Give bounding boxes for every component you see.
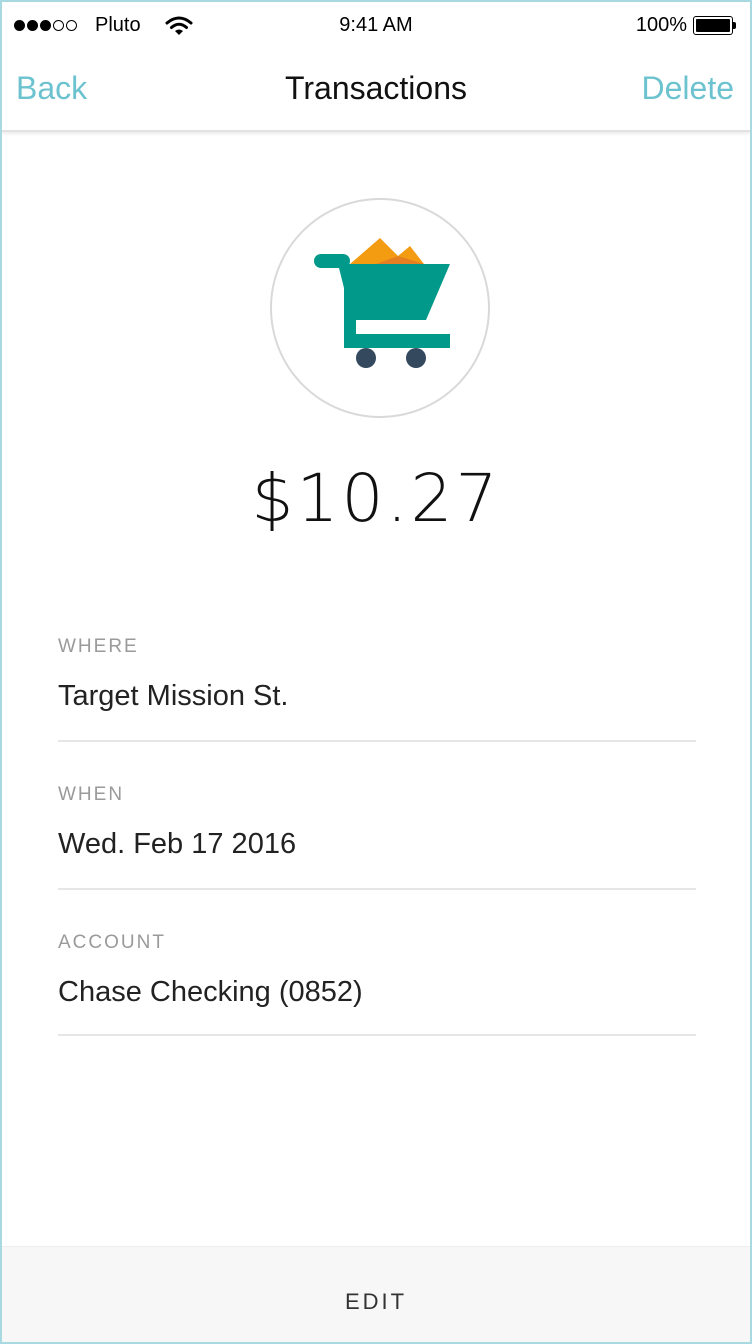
when-field[interactable]: WHEN Wed. Feb 17 2016 (58, 784, 696, 890)
edit-button[interactable]: EDIT (2, 1246, 750, 1342)
where-label: WHERE (58, 636, 139, 657)
edit-label: EDIT (344, 1289, 408, 1314)
delete-button[interactable]: Delete (642, 70, 735, 107)
account-field[interactable]: ACCOUNT Chase Checking (0852) (58, 932, 696, 1036)
shopping-cart-icon (314, 238, 450, 368)
when-value: Wed. Feb 17 2016 (58, 828, 297, 860)
battery-percent: 100% (635, 14, 687, 36)
navigation-bar: Back Transactions Delete (2, 50, 750, 132)
when-label: WHEN (58, 784, 125, 805)
page-title: Transactions (285, 70, 467, 106)
battery-icon (693, 16, 736, 35)
transaction-amount: $10.27 (251, 460, 501, 537)
phone-screen: Pluto 9:41 AM 100% Back Transactions Del… (0, 0, 752, 1344)
where-field[interactable]: WHERE Target Mission St. (58, 636, 696, 742)
status-right: 100% (636, 14, 736, 37)
account-value: Chase Checking (0852) (58, 976, 363, 1008)
where-value: Target Mission St. (58, 680, 289, 712)
category-icon-circle (270, 198, 490, 418)
status-bar: Pluto 9:41 AM 100% (2, 2, 750, 50)
account-label: ACCOUNT (58, 932, 166, 953)
